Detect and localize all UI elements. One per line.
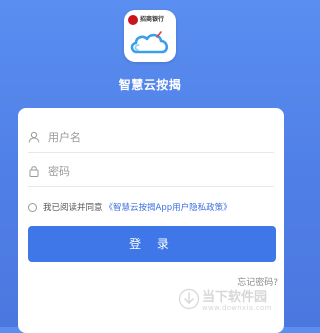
app-logo: 招商银行 — [124, 10, 176, 62]
agreement-text: 我已阅读并同意 — [43, 203, 103, 213]
user-icon — [28, 131, 40, 143]
bank-name: 招商银行 — [140, 16, 165, 23]
agreement-row: 我已阅读并同意 《智慧云按揭App用户隐私政策》 — [28, 199, 278, 215]
bank-mark-icon — [128, 15, 138, 25]
cloud-icon — [130, 31, 169, 54]
watermark-logo-icon — [178, 288, 200, 310]
watermark-subtext: www.downxia.com — [202, 304, 272, 312]
lock-icon — [29, 166, 39, 177]
password-field — [28, 156, 274, 187]
username-field — [28, 122, 274, 153]
privacy-policy-link[interactable]: 《智慧云按揭App用户隐私政策》 — [105, 201, 232, 213]
app-title: 智慧云按揭 — [118, 78, 182, 92]
watermark: 当下软件园 www.downxia.com — [178, 280, 298, 320]
radio-icon[interactable] — [28, 202, 37, 212]
watermark-text: 当下软件园 — [202, 290, 268, 305]
password-input[interactable] — [48, 164, 248, 178]
username-input[interactable] — [48, 130, 248, 144]
login-button[interactable]: 登 录 — [28, 226, 276, 262]
bank-logo: 招商银行 — [128, 14, 172, 26]
